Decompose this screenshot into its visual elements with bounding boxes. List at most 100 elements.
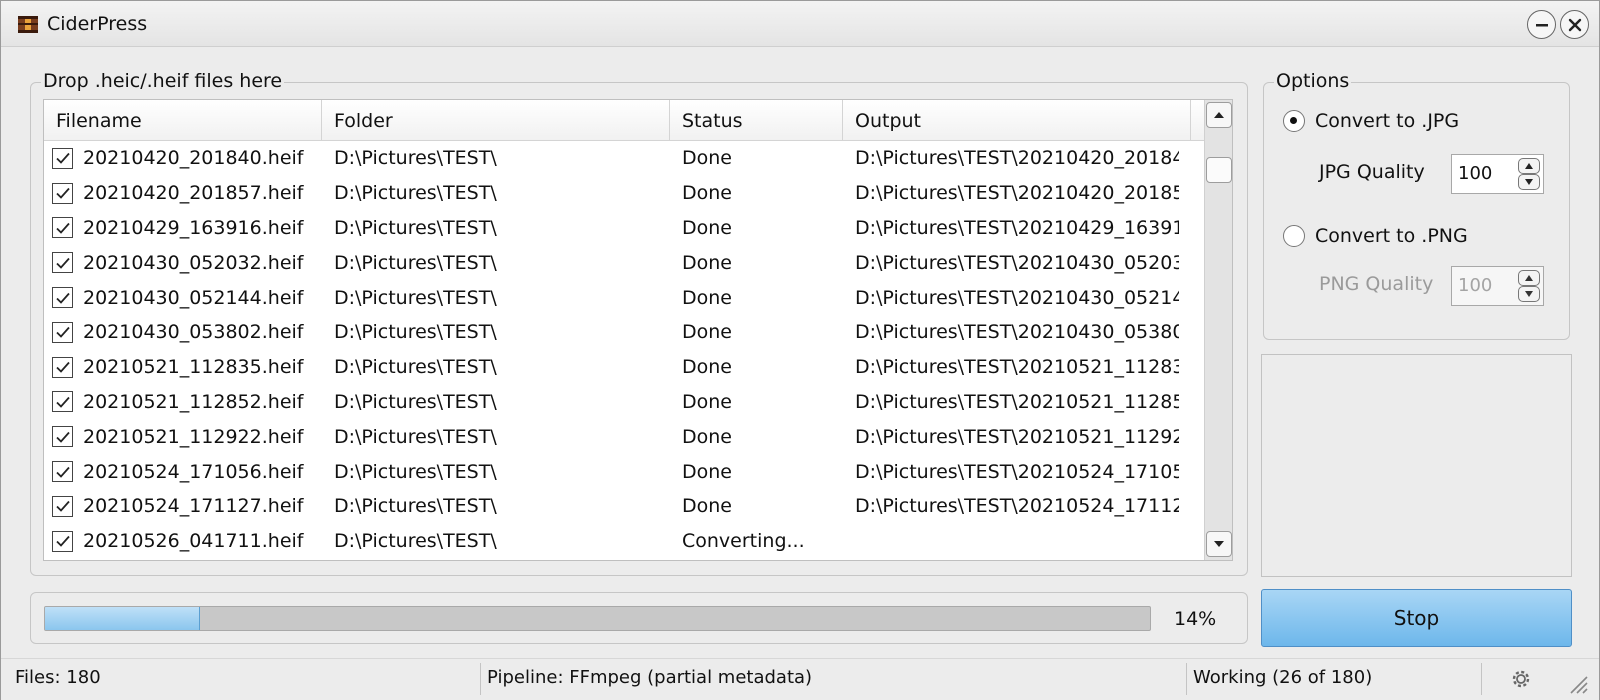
column-header-filename[interactable]: Filename [44,100,322,141]
resize-grip-icon[interactable] [1565,671,1589,695]
row-checkbox[interactable] [52,426,73,448]
gear-icon[interactable] [1509,667,1533,691]
convert-jpg-label[interactable]: Convert to .JPG [1315,110,1459,132]
cell-filename: 20210430_052032.heif [44,252,322,274]
column-header-output[interactable]: Output [843,100,1191,141]
table-body: 20210420_201840.heif D:\Pictures\TEST\ Don… [44,141,1204,559]
cell-status: Done [682,286,732,309]
column-header-status[interactable]: Status [670,100,843,141]
cell-status: Done [682,390,732,413]
cell-folder: D:\Pictures\TEST\ [334,286,497,309]
row-checkbox[interactable] [52,182,73,204]
stop-button[interactable]: Stop [1261,589,1572,647]
jpg-quality-decrement[interactable] [1518,174,1540,190]
table-row[interactable]: 20210430_052144.heif D:\Pictures\TEST\ Don… [44,280,1204,315]
title-bar[interactable]: CiderPress [1,1,1599,47]
cell-status: Done [682,495,732,518]
row-checkbox[interactable] [52,495,73,517]
status-divider [1186,663,1187,695]
filename-text: 20210420_201840.heif [83,147,304,170]
table-row[interactable]: 20210521_112835.heif D:\Pictures\TEST\ Don… [44,350,1204,385]
table-row[interactable]: 20210521_112922.heif D:\Pictures\TEST\ Don… [44,419,1204,454]
convert-png-label[interactable]: Convert to .PNG [1315,225,1468,247]
row-checkbox[interactable] [52,252,73,274]
table-row[interactable]: 20210524_171056.heif D:\Pictures\TEST\ Don… [44,454,1204,489]
cell-folder: D:\Pictures\TEST\ [334,495,497,518]
row-checkbox[interactable] [52,461,73,483]
cell-output: D:\Pictures\TEST\20210524_17105... [855,460,1179,483]
jpg-quality-label: JPG Quality [1319,161,1425,183]
table-header: Filename Folder Status Output [44,100,1204,141]
file-table[interactable]: Filename Folder Status Output 20210420_2… [43,99,1233,561]
filename-text: 20210521_112852.heif [83,390,304,413]
cell-filename: 20210429_163916.heif [44,217,322,239]
jpg-quality-increment[interactable] [1518,158,1540,174]
cell-filename: 20210521_112922.heif [44,426,322,448]
progress-percent: 14% [1174,608,1217,630]
cell-folder: D:\Pictures\TEST\ [334,216,497,239]
row-checkbox[interactable] [52,356,73,378]
cell-folder: D:\Pictures\TEST\ [334,356,497,379]
filename-text: 20210430_052032.heif [83,251,304,274]
table-row[interactable]: 20210524_171127.heif D:\Pictures\TEST\ Don… [44,489,1204,524]
checkmark-icon [55,362,70,373]
table-row[interactable]: 20210420_201840.heif D:\Pictures\TEST\ Don… [44,141,1204,176]
png-quality-value: 100 [1458,275,1493,296]
scroll-up-button[interactable] [1206,102,1232,128]
row-checkbox[interactable] [52,391,73,413]
table-row[interactable]: 20210420_201857.heif D:\Pictures\TEST\ Don… [44,176,1204,211]
cell-folder: D:\Pictures\TEST\ [334,530,497,553]
convert-jpg-radio[interactable] [1283,110,1305,132]
cell-folder: D:\Pictures\TEST\ [334,390,497,413]
cell-status: Converting... [682,530,805,553]
filename-text: 20210524_171056.heif [83,460,304,483]
jpg-quality-value[interactable]: 100 [1458,163,1492,184]
cell-folder: D:\Pictures\TEST\ [334,425,497,448]
cell-filename: 20210526_041711.heif [44,530,322,552]
checkmark-icon [55,257,70,269]
close-button[interactable] [1560,10,1589,39]
minimize-icon [1535,23,1548,26]
options-title: Options [1274,70,1352,92]
checkmark-icon [55,188,70,199]
status-divider [1481,663,1482,695]
checkmark-icon [55,466,70,478]
png-quality-stepper [1518,270,1540,302]
cell-status: Done [682,251,732,274]
checkmark-icon [55,153,70,165]
table-row[interactable]: 20210429_163916.heif D:\Pictures\TEST\ Don… [44,211,1204,246]
table-row[interactable]: 20210430_052032.heif D:\Pictures\TEST\ Don… [44,245,1204,280]
minimize-button[interactable] [1527,10,1556,39]
cell-output: D:\Pictures\TEST\20210430_05380... [855,321,1179,344]
convert-png-radio[interactable] [1283,225,1305,247]
row-checkbox[interactable] [52,287,73,309]
table-row[interactable]: 20210526_041711.heif D:\Pictures\TEST\ Con… [44,524,1204,559]
cell-output: D:\Pictures\TEST\20210524_17112... [855,495,1179,518]
checkmark-icon [55,327,70,339]
jpg-quality-spinbox[interactable]: 100 [1451,154,1544,194]
cell-output: D:\Pictures\TEST\20210521_11292... [855,425,1179,448]
cell-filename: 20210521_112835.heif [44,356,322,378]
row-checkbox[interactable] [52,217,73,239]
cell-filename: 20210524_171056.heif [44,461,322,483]
cell-filename: 20210430_052144.heif [44,287,322,309]
arrow-up-icon [1525,163,1533,169]
cell-output: D:\Pictures\TEST\20210521_11283... [855,356,1179,379]
status-divider [480,663,481,695]
cell-filename: 20210430_053802.heif [44,321,322,343]
row-checkbox[interactable] [52,530,73,552]
filename-text: 20210429_163916.heif [83,216,304,239]
arrow-up-icon [1214,112,1224,118]
row-checkbox[interactable] [52,321,73,343]
table-row[interactable]: 20210521_112852.heif D:\Pictures\TEST\ Don… [44,385,1204,420]
column-header-folder[interactable]: Folder [322,100,670,141]
status-working: Working (26 of 180) [1193,667,1373,688]
scroll-down-button[interactable] [1206,531,1232,557]
vertical-scrollbar[interactable] [1204,100,1232,560]
table-row[interactable]: 20210430_053802.heif D:\Pictures\TEST\ Don… [44,315,1204,350]
png-quality-decrement [1518,286,1540,302]
checkmark-icon [55,501,70,513]
scrollbar-thumb[interactable] [1206,157,1232,183]
arrow-up-icon [1525,275,1533,281]
row-checkbox[interactable] [52,147,73,169]
